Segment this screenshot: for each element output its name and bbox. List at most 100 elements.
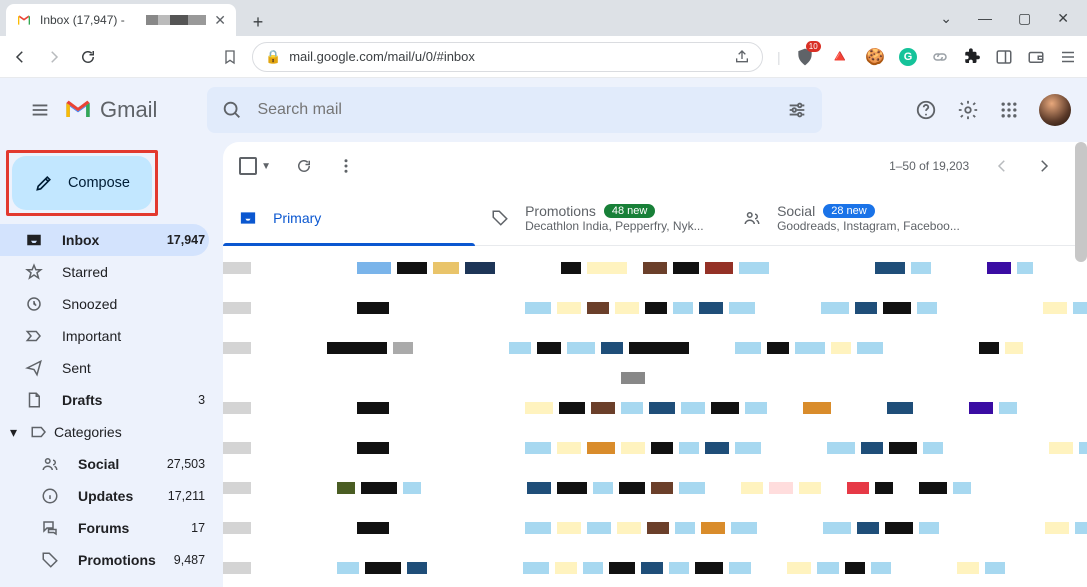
scrollbar[interactable] (1075, 142, 1087, 262)
caret-down-icon: ▼ (261, 161, 271, 172)
brave-shields-icon[interactable]: 10 (795, 47, 815, 67)
mail-row[interactable] (223, 548, 1087, 587)
tab-primary[interactable]: Primary (223, 190, 475, 245)
minimize-icon[interactable]: — (978, 10, 992, 26)
tune-icon[interactable] (786, 99, 808, 121)
info-icon (40, 487, 60, 505)
refresh-button[interactable] (295, 157, 313, 175)
window-controls: ⌄ — ▢ ✕ (940, 0, 1087, 36)
cookie-extension-icon[interactable]: 🍪 (865, 47, 885, 67)
star-icon (24, 263, 44, 281)
tab-label: Social (777, 203, 815, 219)
sidebar-count: 3 (198, 393, 209, 407)
search-icon (221, 99, 243, 121)
sidebar-item-drafts[interactable]: Drafts 3 (0, 384, 209, 416)
more-button[interactable] (337, 157, 355, 175)
action-bar: ▼ 1–50 of 19,203 ⌨ ▼ (223, 142, 1087, 190)
gmail-logo[interactable]: Gmail (64, 97, 157, 123)
sidebar-item-sent[interactable]: Sent (0, 352, 209, 384)
tab-title: Inbox (17,947) - (40, 13, 138, 27)
back-button[interactable] (10, 48, 30, 66)
prev-page-button[interactable] (993, 157, 1011, 175)
sidebar-item-forums[interactable]: Forums 17 (0, 512, 209, 544)
important-icon (24, 327, 44, 345)
sidebar-item-snoozed[interactable]: Snoozed (0, 288, 209, 320)
close-icon[interactable]: ✕ (214, 12, 226, 29)
mail-row[interactable] (223, 288, 1087, 328)
people-icon (40, 455, 60, 473)
bookmark-icon[interactable] (222, 49, 238, 65)
lock-icon: 🔒 (265, 49, 281, 65)
sidebar-item-important[interactable]: Important (0, 320, 209, 352)
sidebar-item-inbox[interactable]: Inbox 17,947 (0, 224, 209, 256)
gmail-header: Gmail (0, 78, 1087, 142)
tab-social[interactable]: Social 28 new Goodreads, Instagram, Face… (727, 190, 979, 245)
mail-row[interactable] (223, 468, 1087, 508)
grammarly-icon[interactable]: G (899, 48, 917, 66)
compose-highlight: Compose (6, 150, 158, 216)
sidebar-label: Forums (78, 520, 129, 536)
hamburger-icon (29, 99, 51, 121)
mail-row[interactable] (223, 248, 1087, 288)
pencil-icon (34, 173, 54, 193)
mail-row[interactable] (223, 508, 1087, 548)
next-page-button[interactable] (1035, 157, 1053, 175)
address-bar[interactable]: 🔒 mail.google.com/mail/u/0/#inbox (252, 42, 763, 72)
main-panel: ▼ 1–50 of 19,203 ⌨ ▼ Primary Pro (223, 142, 1087, 587)
people-icon (743, 209, 761, 227)
new-tab-button[interactable]: + (244, 8, 272, 36)
support-icon[interactable] (915, 99, 937, 121)
sidebar-item-starred[interactable]: Starred (0, 256, 209, 288)
badge: 28 new (823, 204, 874, 218)
caret-down-icon: ▾ (10, 424, 24, 441)
compose-button[interactable]: Compose (12, 156, 152, 210)
settings-icon[interactable] (957, 99, 979, 121)
sidebar-item-social[interactable]: Social 27,503 (0, 448, 209, 480)
search-bar[interactable] (207, 87, 822, 133)
gmail-brand-text: Gmail (100, 97, 157, 123)
select-all[interactable]: ▼ (239, 157, 271, 175)
extensions-icon[interactable] (963, 48, 981, 66)
sidebar-item-categories[interactable]: ▾ Categories (0, 416, 209, 448)
sidebar-item-promotions[interactable]: Promotions 9,487 (0, 544, 209, 576)
forward-button[interactable] (44, 48, 64, 66)
close-window-icon[interactable]: ✕ (1057, 10, 1069, 27)
browser-chrome: Inbox (17,947) - ✕ + ⌄ — ▢ ✕ 🔒 mail.goog… (0, 0, 1087, 78)
sidebar-count: 27,503 (167, 457, 209, 471)
mail-row[interactable] (223, 388, 1087, 428)
label-icon (30, 423, 48, 441)
browser-tab[interactable]: Inbox (17,947) - ✕ (6, 4, 236, 36)
reload-button[interactable] (78, 48, 98, 66)
shield-count: 10 (806, 41, 821, 52)
forum-icon (40, 519, 60, 537)
browser-menu-icon[interactable] (1059, 48, 1077, 66)
header-right (915, 94, 1071, 126)
compose-label: Compose (68, 175, 130, 191)
share-icon[interactable] (734, 49, 750, 65)
sidepanel-icon[interactable] (995, 48, 1013, 66)
inbox-icon (239, 209, 257, 227)
mail-row[interactable] (223, 428, 1087, 468)
chevron-down-icon[interactable]: ⌄ (940, 10, 952, 27)
sidebar-item-updates[interactable]: Updates 17,211 (0, 480, 209, 512)
apps-icon[interactable] (999, 100, 1019, 120)
sidebar-label: Categories (54, 424, 122, 440)
link-extension-icon[interactable] (931, 48, 949, 66)
sidebar-label: Starred (62, 264, 108, 280)
mail-row[interactable] (223, 368, 1087, 388)
url-text: mail.google.com/mail/u/0/#inbox (289, 49, 475, 64)
tab-promotions[interactable]: Promotions 48 new Decathlon India, Peppe… (475, 190, 727, 245)
search-input[interactable] (257, 101, 772, 119)
tag-icon (40, 551, 60, 569)
tab-label: Primary (273, 210, 321, 226)
wallet-icon[interactable] (1027, 48, 1045, 66)
avatar[interactable] (1039, 94, 1071, 126)
brave-rewards-icon[interactable]: 🔺 (829, 46, 851, 67)
mail-row[interactable] (223, 328, 1087, 368)
sidebar: Compose Inbox 17,947 Starred Snoozed Imp… (0, 142, 223, 587)
main-menu-button[interactable] (16, 99, 64, 121)
maximize-icon[interactable]: ▢ (1018, 10, 1031, 27)
category-tabs: Primary Promotions 48 new Decathlon Indi… (223, 190, 1087, 246)
sidebar-count: 17 (191, 521, 209, 535)
gmail-logo-icon (64, 99, 92, 121)
